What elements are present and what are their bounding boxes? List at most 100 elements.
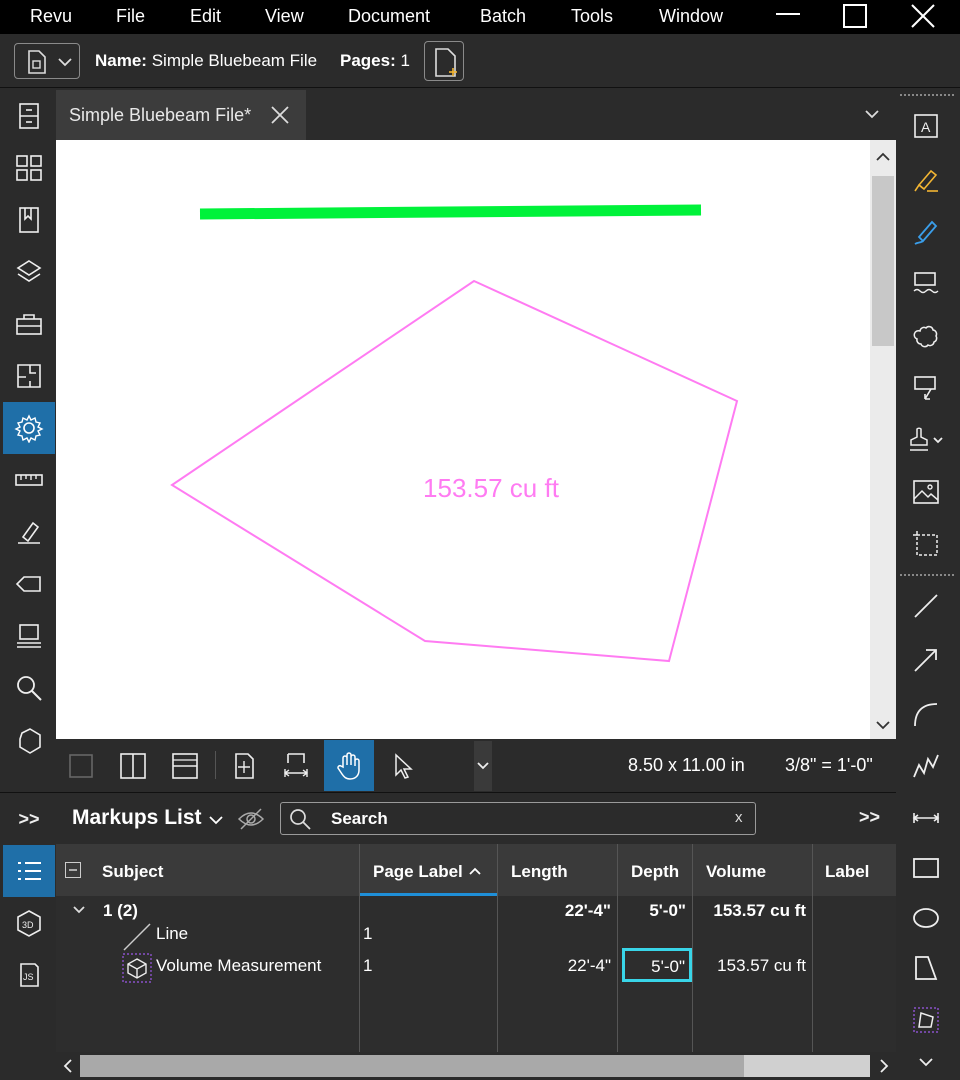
horizontal-scrollbar[interactable]: [56, 1052, 896, 1080]
signatures-button[interactable]: [3, 506, 55, 558]
close-tab-button[interactable]: [268, 103, 292, 127]
ellipse-tool[interactable]: [902, 894, 950, 942]
row-depth[interactable]: 5'-0": [625, 957, 685, 977]
collapse-all-toggle[interactable]: [65, 862, 81, 878]
chevron-down-icon[interactable]: [870, 713, 896, 739]
callout-arrow-tool[interactable]: [902, 364, 950, 412]
menu-window[interactable]: Window: [659, 6, 723, 27]
minimize-button[interactable]: [768, 2, 808, 32]
column-header-label[interactable]: Label: [825, 844, 896, 896]
pen-tool[interactable]: [902, 208, 950, 256]
arrow-tool[interactable]: [902, 636, 950, 684]
fit-page-icon: [235, 752, 254, 779]
markups-search-field[interactable]: Search x: [280, 802, 756, 835]
thumbnails-button[interactable]: [3, 142, 55, 194]
line-tool[interactable]: [902, 582, 950, 630]
spaces-button[interactable]: [3, 350, 55, 402]
markups-list-button[interactable]: [3, 845, 55, 897]
view-options-dropdown[interactable]: [474, 741, 492, 791]
column-header-volume[interactable]: Volume: [706, 844, 812, 896]
sort-ascending-icon: [468, 867, 481, 875]
chevron-left-icon[interactable]: [58, 1052, 78, 1080]
3d-views-button[interactable]: 3D: [3, 897, 55, 949]
maximize-button[interactable]: [835, 2, 875, 32]
fit-width-button[interactable]: [271, 740, 321, 791]
drawing-area: 153.57 cu ft: [170, 204, 739, 663]
scale-readout[interactable]: 3/8" = 1'-0": [785, 755, 873, 776]
search-panel-button[interactable]: [3, 662, 55, 714]
highlighter-tool[interactable]: [902, 156, 950, 204]
hide-eye-icon[interactable]: [236, 804, 266, 834]
line-markup[interactable]: [199, 204, 702, 220]
document-tab[interactable]: Simple Bluebeam File*: [56, 90, 306, 140]
image-tool[interactable]: [902, 468, 950, 516]
menu-revu[interactable]: Revu: [30, 6, 72, 27]
file-access-button[interactable]: [3, 90, 55, 142]
column-header-depth[interactable]: Depth: [631, 844, 693, 896]
collapse-panel-button[interactable]: >>: [859, 807, 880, 828]
column-header-page-label[interactable]: Page Label: [360, 844, 497, 896]
tags-button[interactable]: [3, 558, 55, 610]
area-measurement-tool[interactable]: [902, 996, 950, 1044]
list-icon: [18, 862, 41, 880]
split-vertical-button[interactable]: [108, 740, 158, 791]
menu-file[interactable]: File: [116, 6, 145, 27]
callout-tool[interactable]: [902, 260, 950, 308]
javascript-button[interactable]: JS: [3, 949, 55, 1001]
markups-list-title[interactable]: Markups List: [72, 806, 202, 830]
toolbar-divider: [215, 751, 216, 779]
measurements-button[interactable]: [3, 454, 55, 506]
text-box-tool[interactable]: A: [902, 102, 950, 150]
depth-edit-cell[interactable]: 5'-0": [622, 948, 692, 982]
more-tools-button[interactable]: [902, 1048, 950, 1078]
vertical-scroll-thumb[interactable]: [872, 176, 894, 346]
sets-button[interactable]: [3, 610, 55, 662]
rectangle-tool[interactable]: [902, 844, 950, 892]
column-header-subject[interactable]: Subject: [102, 844, 360, 896]
horizontal-scroll-thumb[interactable]: [80, 1055, 744, 1077]
dimension-tool[interactable]: [902, 794, 950, 842]
chevron-down-icon[interactable]: [71, 902, 87, 918]
properties-button[interactable]: [3, 402, 55, 454]
horizontal-scroll-track[interactable]: [80, 1055, 870, 1077]
polygon-tool[interactable]: [902, 944, 950, 992]
layers-button[interactable]: [3, 246, 55, 298]
chevron-up-icon[interactable]: [870, 144, 896, 170]
chevron-down-icon[interactable]: [206, 810, 226, 830]
menu-edit[interactable]: Edit: [190, 6, 221, 27]
arc-tool[interactable]: [902, 690, 950, 738]
select-tool-button[interactable]: [377, 740, 427, 791]
chevron-right-icon[interactable]: [874, 1052, 894, 1080]
split-horizontal-button[interactable]: [160, 740, 210, 791]
document-menu-dropdown[interactable]: [14, 43, 80, 79]
close-icon: [271, 106, 289, 124]
single-page-button[interactable]: [56, 740, 106, 791]
tool-chest-button[interactable]: [3, 298, 55, 350]
expand-panel-button[interactable]: >>: [3, 793, 55, 845]
close-window-button[interactable]: [903, 2, 943, 32]
menu-batch[interactable]: Batch: [480, 6, 526, 27]
line-icon: [914, 594, 938, 618]
cloud-tool[interactable]: [902, 312, 950, 360]
page-count: 1: [400, 51, 410, 70]
vertical-scrollbar[interactable]: [870, 140, 896, 739]
snapshot-tool[interactable]: [902, 520, 950, 568]
document-canvas[interactable]: 153.57 cu ft: [56, 140, 870, 739]
tab-list-dropdown[interactable]: [860, 102, 884, 126]
menu-tools[interactable]: Tools: [571, 6, 613, 27]
menu-document[interactable]: Document: [348, 6, 430, 27]
column-header-length[interactable]: Length: [511, 844, 618, 896]
polyline-tool[interactable]: [902, 742, 950, 790]
clear-search-button[interactable]: x: [735, 809, 743, 826]
stamp-tool[interactable]: [902, 416, 950, 464]
fit-page-button[interactable]: [219, 740, 269, 791]
search-input[interactable]: Search: [331, 809, 388, 829]
bookmarks-button[interactable]: [3, 194, 55, 246]
cursor-arrow-icon: [395, 752, 413, 779]
menu-view[interactable]: View: [265, 6, 304, 27]
add-page-button[interactable]: [424, 41, 464, 81]
3d-tool-button[interactable]: [3, 714, 55, 766]
pan-tool-button[interactable]: [324, 740, 374, 791]
page-size-readout[interactable]: 8.50 x 11.00 in: [628, 755, 745, 776]
volume-measurement-markup[interactable]: [170, 279, 739, 663]
